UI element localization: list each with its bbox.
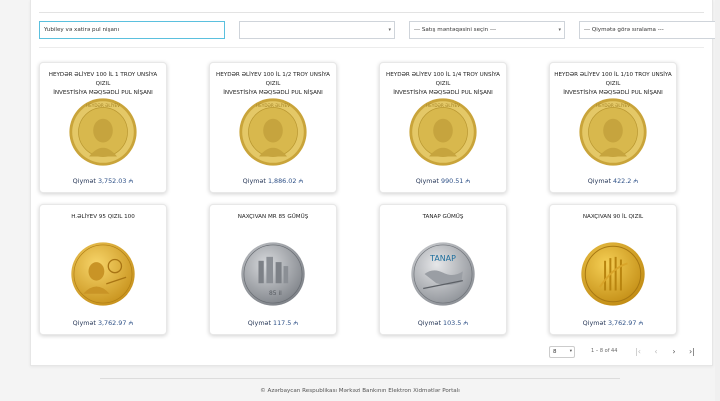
coin-card[interactable]: HEYDƏR ƏLİYEV 100 İL 1/10 TROY UNSİYA QI…	[549, 62, 677, 193]
price-label: Qiymət	[415, 177, 439, 185]
coin-title: HEYDƏR ƏLİYEV 100 İL 1/4 TROY UNSİYA QIZ…	[384, 71, 502, 98]
coin-title-line: HEYDƏR ƏLİYEV 100 İL 1/4 TROY UNSİYA QIZ…	[386, 72, 500, 87]
coin-card[interactable]: HEYDƏR ƏLİYEV 100 İL 1/4 TROY UNSİYA QIZ…	[379, 62, 507, 193]
sales-point-select-value: --- Satış məntəqəsini seçin ---	[414, 27, 497, 33]
coin-price: Qiymət 422.2 ₼	[550, 177, 676, 185]
manat-icon: ₼	[293, 320, 299, 327]
prev-page-button[interactable]: ‹	[649, 345, 663, 359]
first-page-button[interactable]: |‹	[631, 345, 645, 359]
gold-scene-coin-image	[71, 242, 135, 306]
price-value: 3,762.97	[607, 319, 637, 327]
coin-title-line: NAXÇIVAN 90 İL QIZIL	[582, 214, 644, 220]
price-label: Qiymət	[247, 319, 271, 327]
coin-title-line: HEYDƏR ƏLİYEV 100 İL 1/10 TROY UNSİYA QI…	[554, 72, 672, 87]
coin-card[interactable]: TANAP GÜMÜŞ TANAP Qiymət 103.5 ₼	[379, 204, 507, 335]
chevron-down-icon: ▾	[569, 349, 572, 354]
sort-select-value: --- Qiymətə görə sıralama ---	[584, 27, 664, 33]
coin-title: HEYDƏR ƏLİYEV 100 İL 1/10 TROY UNSİYA QI…	[554, 71, 672, 98]
page-scrollbar[interactable]	[715, 0, 720, 401]
manat-icon: ₼	[128, 320, 134, 327]
filter-divider	[39, 47, 704, 48]
next-page-icon: ›	[672, 347, 676, 356]
gold-portrait-coin-image: HEYDƏR ƏLİYEV	[579, 98, 647, 166]
coin-price: Qiymət 990.51 ₼	[380, 177, 506, 185]
coin-title: TANAP GÜMÜŞ	[384, 213, 502, 222]
coin-title: NAXÇIVAN 90 İL QIZIL	[554, 213, 672, 222]
gold-90-coin-image	[581, 242, 645, 306]
manat-icon: ₼	[298, 178, 304, 185]
price-label: Qiymət	[72, 319, 96, 327]
coin-price: Qiymət 1,886.02 ₼	[210, 177, 336, 185]
coin-title: H.ƏLİYEV 95 QIZIL 100	[44, 213, 162, 222]
chevron-down-icon: ▾	[558, 27, 561, 33]
price-value: 103.5	[443, 319, 462, 327]
price-label: Qiymət	[242, 177, 266, 185]
price-label: Qiymət	[72, 177, 96, 185]
coin-title-line: H.ƏLİYEV 95 QIZIL 100	[71, 214, 135, 220]
gold-portrait-coin-image: HEYDƏR ƏLİYEV	[409, 98, 477, 166]
sort-select[interactable]: --- Qiymətə görə sıralama --- ▾	[579, 21, 720, 39]
coin-title-line: TANAP GÜMÜŞ	[422, 214, 464, 220]
coin-ring-text: HEYDƏR ƏLİYEV	[596, 103, 630, 108]
search-input-value: Yubiley və xatirə pul nişanı	[44, 27, 120, 33]
coin-price: Qiymət 3,762.97 ₼	[40, 319, 166, 327]
page-range-label: 1 – 8 of 44	[591, 348, 618, 354]
main-panel: Yubiley və xatirə pul nişanı ▾ --- Satış…	[30, 0, 720, 366]
coin-title: HEYDƏR ƏLİYEV 100 İL 1/2 TROY UNSİYA QIZ…	[214, 71, 332, 98]
last-page-button[interactable]: ›|	[685, 345, 699, 359]
manat-icon: ₼	[463, 320, 469, 327]
coin-title: NAXÇIVAN MR 85 GÜMÜŞ	[214, 213, 332, 222]
paginator: 8 ▾ 1 – 8 of 44 |‹ ‹ › ›|	[31, 344, 714, 360]
coin-title-line: NAXÇIVAN MR 85 GÜMÜŞ	[237, 214, 309, 220]
price-value: 422.2	[613, 177, 632, 185]
manat-icon: ₼	[638, 320, 644, 327]
gold-portrait-coin-image: HEYDƏR ƏLİYEV	[69, 98, 137, 166]
coin-card[interactable]: NAXÇIVAN 90 İL QIZIL Qiymət 3,762.97 ₼	[549, 204, 677, 335]
coin-card[interactable]: H.ƏLİYEV 95 QIZIL 100 Qiymət 3,762.97 ₼	[39, 204, 167, 335]
coin-card[interactable]: HEYDƏR ƏLİYEV 100 İL 1 TROY UNSİYA QIZIL…	[39, 62, 167, 193]
coin-title-line: HEYDƏR ƏLİYEV 100 İL 1/2 TROY UNSİYA QIZ…	[216, 72, 330, 87]
silver-city-coin-image: 85 il	[241, 242, 305, 306]
coin-denom-text: 85 il	[269, 290, 282, 297]
page-size-value: 8	[553, 349, 557, 355]
coin-ring-text: HEYDƏR ƏLİYEV	[256, 103, 290, 108]
coin-title: HEYDƏR ƏLİYEV 100 İL 1 TROY UNSİYA QIZIL…	[44, 71, 162, 98]
coin-ring-text: HEYDƏR ƏLİYEV	[86, 103, 120, 108]
page-size-select[interactable]: 8 ▾	[549, 346, 575, 358]
footer-text: © Azərbaycan Respublikası Mərkəzi Bankın…	[260, 388, 460, 394]
price-value: 3,752.03	[97, 177, 127, 185]
coin-ring-text: HEYDƏR ƏLİYEV	[426, 103, 460, 108]
coin-price: Qiymət 3,762.97 ₼	[550, 319, 676, 327]
manat-icon: ₼	[128, 178, 134, 185]
silver-tanap-coin-image: TANAP	[411, 242, 475, 306]
manat-icon: ₼	[633, 178, 639, 185]
coin-title-line: HEYDƏR ƏLİYEV 100 İL 1 TROY UNSİYA QIZIL	[48, 72, 158, 87]
footer-divider	[100, 378, 620, 379]
gold-portrait-coin-image: HEYDƏR ƏLİYEV	[239, 98, 307, 166]
search-input[interactable]: Yubiley və xatirə pul nişanı	[39, 21, 225, 39]
coin-card[interactable]: HEYDƏR ƏLİYEV 100 İL 1/2 TROY UNSİYA QIZ…	[209, 62, 337, 193]
price-value: 990.51	[441, 177, 464, 185]
coin-price: Qiymət 3,752.03 ₼	[40, 177, 166, 185]
price-label: Qiymət	[417, 319, 441, 327]
category-select[interactable]: ▾	[239, 21, 395, 39]
price-label: Qiymət	[587, 177, 611, 185]
coin-price: Qiymət 117.5 ₼	[210, 319, 336, 327]
sales-point-select[interactable]: --- Satış məntəqəsini seçin --- ▾	[409, 21, 565, 39]
price-label: Qiymət	[582, 319, 606, 327]
price-value: 3,762.97	[97, 319, 127, 327]
coin-price: Qiymət 103.5 ₼	[380, 319, 506, 327]
prev-page-icon: ‹	[654, 347, 658, 356]
chevron-down-icon: ▾	[388, 27, 391, 33]
last-page-icon: ›|	[689, 347, 695, 356]
first-page-icon: |‹	[635, 347, 641, 356]
coin-card[interactable]: NAXÇIVAN MR 85 GÜMÜŞ 85 il Qiymət 117.5 …	[209, 204, 337, 335]
next-page-button[interactable]: ›	[667, 345, 681, 359]
filter-bar: Yubiley və xatirə pul nişanı ▾ --- Satış…	[39, 21, 720, 39]
price-value: 1,886.02	[267, 177, 297, 185]
tanap-logo-text: TANAP	[429, 254, 456, 263]
price-value: 117.5	[273, 319, 292, 327]
top-divider	[39, 12, 704, 13]
manat-icon: ₼	[465, 178, 471, 185]
